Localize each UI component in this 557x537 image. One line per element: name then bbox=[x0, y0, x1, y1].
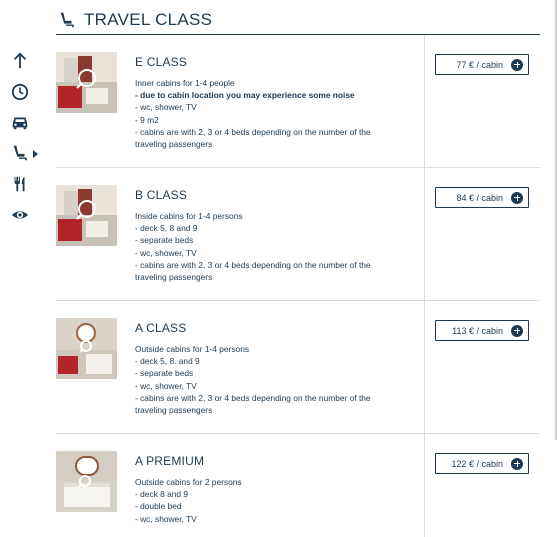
select-class-button[interactable]: 84 € / cabin bbox=[435, 187, 529, 208]
nav-clock[interactable] bbox=[6, 81, 34, 103]
description-line: traveling passengers bbox=[135, 139, 213, 150]
cabin-photo-image bbox=[56, 318, 117, 379]
clock-icon bbox=[11, 83, 29, 101]
description-line-bold: - due to cabin location you may experien… bbox=[135, 90, 355, 101]
class-row-a-premium: A PREMIUM Outside cabins for 2 persons -… bbox=[56, 434, 540, 537]
description-line: - separate beds bbox=[135, 368, 194, 379]
plus-icon bbox=[511, 324, 523, 337]
description-line: - wc, shower, TV bbox=[135, 247, 197, 258]
description-line: Outside cabins for 2 persons bbox=[135, 477, 242, 487]
nav-travel-class[interactable] bbox=[6, 142, 34, 164]
column-divider bbox=[424, 434, 425, 537]
description-line: - wc, shower, TV bbox=[135, 102, 197, 113]
description-line: - 9 m2 bbox=[135, 114, 159, 125]
class-info: E CLASS Inner cabins for 1-4 people - du… bbox=[135, 55, 415, 150]
description-line: - cabins are with 2, 3 or 4 beds dependi… bbox=[135, 259, 371, 270]
select-class-button[interactable]: 77 € / cabin bbox=[435, 54, 529, 75]
plus-icon bbox=[511, 191, 523, 204]
select-class-button[interactable]: 113 € / cabin bbox=[435, 320, 529, 341]
plus-icon bbox=[511, 58, 523, 71]
description-line: - wc, shower, TV bbox=[135, 513, 197, 524]
plus-icon bbox=[511, 457, 523, 470]
description-line: - deck 5, 8. and 9 bbox=[135, 356, 200, 367]
description-line: - wc, shower, TV bbox=[135, 380, 197, 391]
class-title: A PREMIUM bbox=[135, 454, 205, 468]
description-line: traveling passengers bbox=[135, 405, 213, 416]
description-line: Outside cabins for 1-4 persons bbox=[135, 344, 250, 354]
cabin-photo-image bbox=[56, 52, 117, 113]
price-label: 122 € / cabin bbox=[451, 458, 503, 469]
nav-restaurant[interactable] bbox=[6, 173, 34, 195]
class-info: A PREMIUM Outside cabins for 2 persons -… bbox=[135, 454, 415, 525]
travel-class-list: E CLASS Inner cabins for 1-4 people - du… bbox=[56, 35, 540, 537]
cabin-photo[interactable] bbox=[56, 318, 117, 379]
class-info: A CLASS Outside cabins for 1-4 persons -… bbox=[135, 321, 415, 416]
class-title: A CLASS bbox=[135, 321, 187, 335]
page-title: TRAVEL CLASS bbox=[84, 10, 213, 29]
column-divider bbox=[424, 168, 425, 300]
description-line: Inner cabins for 1-4 people bbox=[135, 78, 235, 88]
class-description: Outside cabins for 1-4 persons - deck 5,… bbox=[135, 343, 415, 416]
class-description: Inside cabins for 1-4 persons - deck 5, … bbox=[135, 210, 415, 283]
active-indicator-caret bbox=[33, 150, 38, 158]
car-icon bbox=[12, 117, 28, 130]
cabin-photo[interactable] bbox=[56, 451, 117, 512]
description-line: - cabins are with 2, 3 or 4 beds dependi… bbox=[135, 392, 371, 403]
section-header: TRAVEL CLASS bbox=[56, 6, 540, 35]
description-line: - cabins are with 2, 3 or 4 beds dependi… bbox=[135, 126, 371, 137]
cabin-photo[interactable] bbox=[56, 52, 117, 113]
class-description: Outside cabins for 2 persons - deck 8 an… bbox=[135, 476, 415, 525]
price-label: 84 € / cabin bbox=[456, 192, 503, 203]
price-label: 113 € / cabin bbox=[452, 325, 503, 336]
eye-icon bbox=[11, 211, 29, 219]
nav-view[interactable] bbox=[6, 204, 34, 226]
description-line: - deck 5, 8 and 9 bbox=[135, 223, 198, 234]
description-line: - double bed bbox=[135, 501, 182, 512]
class-row-e: E CLASS Inner cabins for 1-4 people - du… bbox=[56, 35, 540, 168]
price-label: 77 € / cabin bbox=[456, 59, 503, 70]
class-title: E CLASS bbox=[135, 55, 188, 69]
cabin-photo-image bbox=[56, 451, 117, 512]
class-row-b: B CLASS Inside cabins for 1-4 persons - … bbox=[56, 168, 540, 301]
description-line: - separate beds bbox=[135, 235, 194, 246]
description-line: - deck 8 and 9 bbox=[135, 489, 189, 500]
cabin-photo-image bbox=[56, 185, 117, 246]
column-divider bbox=[424, 301, 425, 433]
class-description: Inner cabins for 1-4 people - due to cab… bbox=[135, 77, 415, 150]
select-class-button[interactable]: 122 € / cabin bbox=[435, 453, 529, 474]
seat-icon bbox=[60, 12, 75, 28]
seat-icon bbox=[13, 145, 28, 161]
class-title: B CLASS bbox=[135, 188, 188, 202]
description-line: Inside cabins for 1-4 persons bbox=[135, 211, 243, 221]
nav-car[interactable] bbox=[6, 111, 34, 133]
column-divider bbox=[424, 35, 425, 167]
nav-arrow-up[interactable] bbox=[6, 50, 34, 72]
cabin-photo[interactable] bbox=[56, 185, 117, 246]
arrow-up-icon bbox=[13, 52, 27, 69]
cutlery-icon bbox=[14, 176, 25, 192]
class-row-a: A CLASS Outside cabins for 1-4 persons -… bbox=[56, 301, 540, 434]
class-info: B CLASS Inside cabins for 1-4 persons - … bbox=[135, 188, 415, 283]
description-line: traveling passengers bbox=[135, 272, 213, 283]
